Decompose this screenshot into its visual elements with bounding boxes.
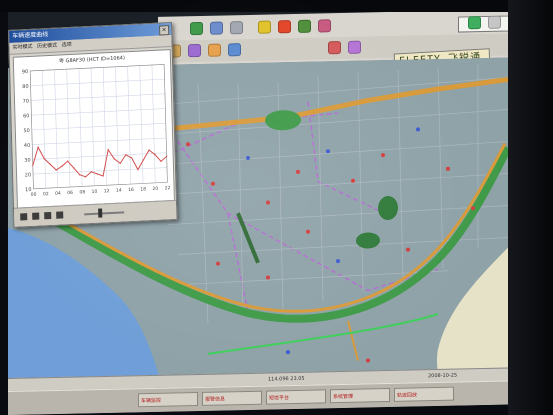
x-tick-label: 04 bbox=[55, 190, 61, 196]
forward-icon[interactable] bbox=[56, 211, 64, 219]
chart-window[interactable]: 车辆速度曲线 × 实时模式 历史模式 选项 粤 G8AF30 (HCT ID=1… bbox=[8, 21, 178, 228]
close-icon[interactable]: × bbox=[159, 25, 170, 36]
x-tick-label: 22 bbox=[165, 185, 171, 191]
grid-line-horizontal bbox=[30, 93, 165, 101]
y-tick-label: 60 bbox=[23, 113, 30, 119]
chart-svg: 90807060504030201000 02 04 06 08 10 12 14 16 18 20… bbox=[22, 64, 171, 198]
grid-line-horizontal bbox=[32, 137, 167, 145]
grid-line-horizontal bbox=[31, 123, 166, 131]
x-tick-label: 08 bbox=[79, 189, 85, 195]
y-tick-label: 80 bbox=[22, 84, 29, 90]
measure-icon[interactable] bbox=[208, 43, 221, 57]
x-tick-label: 06 bbox=[67, 190, 73, 196]
menu-item-realtime[interactable]: 实时模式 bbox=[12, 44, 32, 51]
x-tick-label: 00 bbox=[31, 192, 37, 198]
y-tick-label: 40 bbox=[24, 143, 31, 149]
monitor-bezel-right bbox=[508, 0, 553, 415]
layer-icon[interactable] bbox=[228, 43, 241, 57]
print-icon[interactable] bbox=[230, 21, 243, 35]
taskbar-item-sms[interactable]: 短信平台 bbox=[266, 389, 326, 405]
y-tick-label: 50 bbox=[23, 128, 30, 134]
y-tick-label: 70 bbox=[23, 99, 30, 105]
taskbar-item-admin[interactable]: 系统管理 bbox=[330, 387, 390, 404]
region-icon[interactable] bbox=[348, 40, 361, 54]
playback-slider-thumb[interactable] bbox=[98, 208, 103, 218]
speed-series-line bbox=[32, 145, 168, 178]
stop-icon[interactable] bbox=[44, 211, 52, 220]
x-tick-label: 02 bbox=[43, 191, 49, 197]
x-tick-label: 20 bbox=[152, 186, 158, 192]
go-icon[interactable] bbox=[468, 16, 481, 30]
taskbar-item-monitor[interactable]: 车辆监控 bbox=[138, 392, 198, 408]
x-tick-label: 10 bbox=[92, 189, 98, 195]
play-icon[interactable] bbox=[20, 213, 28, 221]
x-tick-label: 14 bbox=[116, 188, 122, 194]
zoom-out-icon[interactable] bbox=[278, 20, 291, 34]
alarm-icon[interactable] bbox=[328, 41, 341, 55]
taskbar-item-alarm[interactable]: 报警信息 bbox=[202, 390, 262, 406]
route-icon[interactable] bbox=[188, 43, 201, 58]
status-date: 2008-10-25 bbox=[428, 372, 458, 380]
pause-icon[interactable] bbox=[32, 212, 40, 220]
monitor-bezel-top bbox=[0, 0, 553, 12]
menu-item-options[interactable]: 选项 bbox=[62, 42, 72, 48]
grid-line-horizontal bbox=[33, 167, 168, 175]
pan-icon[interactable] bbox=[298, 19, 311, 33]
speed-chart: 粤 G8AF30 (HCT ID=1064) 90 80 70 60 50 40 30 20 1… bbox=[12, 49, 175, 209]
open-icon[interactable] bbox=[190, 21, 203, 36]
menu-item-history[interactable]: 历史模式 bbox=[37, 43, 57, 50]
grid-line-horizontal bbox=[30, 78, 165, 86]
playback-slider[interactable] bbox=[84, 211, 125, 216]
settings-icon[interactable] bbox=[488, 15, 501, 29]
save-icon[interactable] bbox=[210, 21, 223, 35]
y-tick-label: 20 bbox=[25, 172, 32, 178]
taskbar-item-playback[interactable]: 轨迹回放 bbox=[394, 386, 454, 402]
y-tick-label: 30 bbox=[24, 157, 31, 163]
grid-line-horizontal bbox=[31, 108, 166, 116]
zoom-in-icon[interactable] bbox=[258, 20, 271, 34]
x-tick-label: 16 bbox=[128, 187, 134, 193]
status-coordinates: 114.096 23.05 bbox=[268, 375, 305, 383]
y-tick-label: 90 bbox=[22, 69, 29, 75]
x-tick-label: 18 bbox=[140, 186, 146, 192]
monitor-screen: FLEETY 飞锐通讯 bbox=[8, 0, 508, 415]
x-tick-label: 12 bbox=[104, 188, 110, 194]
locate-icon[interactable] bbox=[318, 19, 331, 33]
